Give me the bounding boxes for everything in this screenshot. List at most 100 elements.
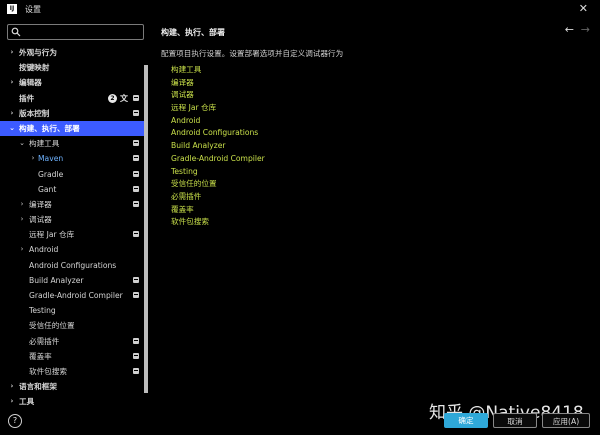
sidebar-item[interactable]: 远程 Jar 仓库 (0, 227, 144, 242)
project-scope-icon (133, 292, 139, 298)
sidebar-item[interactable]: ›版本控制 (0, 106, 144, 121)
close-icon[interactable]: ✕ (579, 2, 588, 15)
sidebar-item[interactable]: Gant (0, 182, 144, 197)
translate-icon: 文 (120, 91, 128, 106)
subpage-link[interactable]: 构建工具 (171, 64, 265, 77)
back-arrow-icon[interactable]: ← (565, 23, 574, 36)
subpage-link[interactable]: Testing (171, 166, 265, 179)
dialog-footer: ? 知乎 @Native8418 确定 取消 应用(A) (0, 408, 600, 435)
sidebar-item[interactable]: ⌄构建工具 (0, 136, 144, 151)
sidebar-item-label: 工具 (19, 394, 34, 408)
project-scope-icon (133, 231, 139, 237)
sidebar-item-label: 语言和框架 (19, 379, 57, 394)
sidebar-item[interactable]: Build Analyzer (0, 273, 144, 288)
sidebar-item[interactable]: ›调试器 (0, 212, 144, 227)
subpage-link[interactable]: 调试器 (171, 89, 265, 102)
sidebar-item-label: 构建工具 (29, 136, 59, 151)
help-button[interactable]: ? (8, 414, 22, 428)
sidebar-item-label: Android (29, 242, 58, 257)
title-bar: IJ 设置 ✕ (0, 0, 600, 18)
sidebar-item[interactable]: ›编辑器 (0, 75, 144, 90)
settings-sidebar: ›外观与行为按键映射›编辑器插件2文›版本控制⌄构建、执行、部署⌄构建工具›Ma… (0, 20, 150, 408)
sidebar-item-label: 插件 (19, 91, 34, 106)
forward-arrow-icon[interactable]: → (581, 23, 590, 36)
project-scope-icon (133, 171, 139, 177)
sidebar-item[interactable]: ›编译器 (0, 197, 144, 212)
subpage-links: 构建工具编译器调试器远程 Jar 仓库AndroidAndroid Config… (171, 64, 265, 229)
sidebar-item-label: 软件包搜索 (29, 364, 67, 379)
subpage-link[interactable]: Android Configurations (171, 127, 265, 140)
update-count-badge: 2 (108, 94, 117, 103)
sidebar-item-label: 远程 Jar 仓库 (29, 227, 74, 242)
sidebar-item-label: Gant (38, 182, 56, 197)
chevron-right-icon[interactable]: › (18, 212, 26, 227)
chevron-right-icon[interactable]: › (8, 75, 16, 90)
chevron-down-icon[interactable]: ⌄ (8, 121, 16, 136)
sidebar-item[interactable]: 受信任的位置 (0, 318, 144, 333)
project-scope-icon (133, 140, 139, 146)
sidebar-scrollbar[interactable] (144, 65, 148, 393)
sidebar-item-label: 构建、执行、部署 (19, 121, 80, 136)
project-scope-icon (133, 186, 139, 192)
project-scope-icon (133, 201, 139, 207)
project-scope-icon (133, 155, 139, 161)
subpage-link[interactable]: 编译器 (171, 77, 265, 90)
sidebar-item-label: 必需插件 (29, 334, 59, 349)
sidebar-item[interactable]: 插件 2文 (0, 91, 144, 106)
subpage-link[interactable]: 远程 Jar 仓库 (171, 102, 265, 115)
page-title: 构建、执行、部署 (161, 27, 225, 38)
apply-button[interactable]: 应用(A) (542, 413, 590, 428)
subpage-link[interactable]: 受信任的位置 (171, 178, 265, 191)
sidebar-item[interactable]: ›Maven (0, 151, 144, 166)
content-panel: 构建、执行、部署 ← → 配置项目执行设置。设置部署选项并自定义调试器行为 构建… (152, 20, 600, 408)
sidebar-item-label: Android Configurations (29, 258, 116, 273)
sidebar-item[interactable]: ›Android (0, 242, 144, 257)
chevron-right-icon[interactable]: › (29, 151, 37, 166)
sidebar-item-label: 版本控制 (19, 106, 49, 121)
subpage-link[interactable]: Build Analyzer (171, 140, 265, 153)
ok-button[interactable]: 确定 (444, 413, 488, 428)
subpage-link[interactable]: 覆盖率 (171, 204, 265, 217)
project-scope-icon (133, 338, 139, 344)
project-scope-icon (133, 353, 139, 359)
chevron-right-icon[interactable]: › (8, 379, 16, 394)
chevron-right-icon[interactable]: › (18, 197, 26, 212)
sidebar-item[interactable]: ⌄构建、执行、部署 (0, 121, 144, 136)
subpage-link[interactable]: 软件包搜索 (171, 216, 265, 229)
project-scope-icon (133, 95, 139, 101)
subpage-link[interactable]: Android (171, 115, 265, 128)
chevron-right-icon[interactable]: › (18, 242, 26, 257)
sidebar-item[interactable]: Gradle-Android Compiler (0, 288, 144, 303)
project-scope-icon (133, 110, 139, 116)
subpage-link[interactable]: 必需插件 (171, 191, 265, 204)
search-input[interactable] (7, 24, 144, 40)
sidebar-item-label: 调试器 (29, 212, 52, 227)
sidebar-item[interactable]: Testing (0, 303, 144, 318)
sidebar-item-label: Maven (38, 151, 63, 166)
chevron-right-icon[interactable]: › (8, 106, 16, 121)
sidebar-item-label: 受信任的位置 (29, 318, 75, 333)
sidebar-item-label: 编译器 (29, 197, 52, 212)
sidebar-item[interactable]: Android Configurations (0, 258, 144, 273)
chevron-right-icon[interactable]: › (8, 394, 16, 408)
chevron-down-icon[interactable]: ⌄ (18, 136, 26, 151)
sidebar-item-label: Gradle (38, 167, 63, 182)
cancel-button[interactable]: 取消 (493, 413, 537, 428)
sidebar-item-label: Testing (29, 303, 56, 318)
sidebar-item[interactable]: 按键映射 (0, 60, 144, 75)
sidebar-item[interactable]: 必需插件 (0, 334, 144, 349)
sidebar-item[interactable]: 软件包搜索 (0, 364, 144, 379)
window-title: 设置 (25, 4, 41, 15)
sidebar-item[interactable]: ›语言和框架 (0, 379, 144, 394)
app-logo-icon: IJ (7, 4, 17, 14)
sidebar-item[interactable]: ›工具 (0, 394, 144, 408)
sidebar-item-label: 外观与行为 (19, 45, 57, 60)
subpage-link[interactable]: Gradle-Android Compiler (171, 153, 265, 166)
sidebar-item-label: Gradle-Android Compiler (29, 288, 123, 303)
project-scope-icon (133, 368, 139, 374)
chevron-right-icon[interactable]: › (8, 45, 16, 60)
sidebar-item-label: Build Analyzer (29, 273, 84, 288)
sidebar-item[interactable]: ›外观与行为 (0, 45, 144, 60)
sidebar-item[interactable]: Gradle (0, 167, 144, 182)
sidebar-item[interactable]: 覆盖率 (0, 349, 144, 364)
